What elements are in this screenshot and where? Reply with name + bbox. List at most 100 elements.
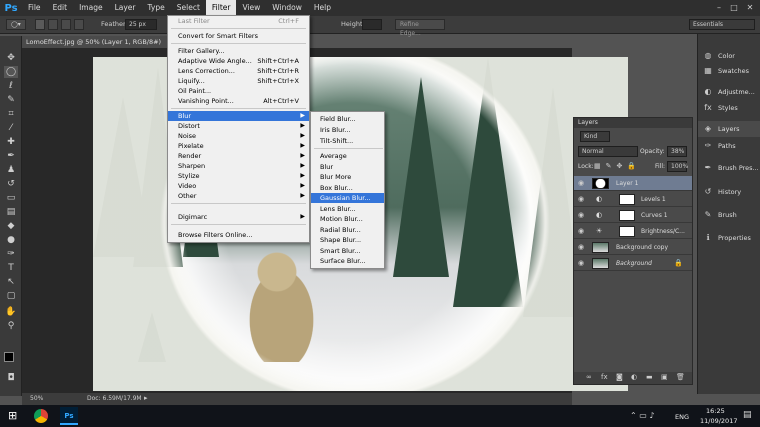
menu-file[interactable]: File [22, 0, 47, 16]
clock-time[interactable]: 16:25 [706, 407, 725, 415]
blur-item-box-blur[interactable]: Box Blur... [311, 183, 384, 193]
menu-item-other[interactable]: Other ▶ [168, 191, 309, 201]
status-arrow-icon[interactable]: ▸ [144, 394, 148, 402]
layer-filter-kind-select[interactable]: Kind [580, 131, 610, 142]
menu-item-browse-filters-online[interactable]: Browse Filters Online... [168, 230, 309, 240]
add-selection-icon[interactable] [48, 19, 58, 30]
blur-item-motion-blur[interactable]: Motion Blur... [311, 214, 384, 224]
zoom-tool-icon[interactable]: ⚲ [4, 320, 18, 332]
visibility-eye-icon[interactable]: ◉ [578, 227, 586, 235]
layers-panel-tab[interactable]: Layers [574, 118, 692, 128]
healing-tool-icon[interactable]: ✚ [4, 136, 18, 148]
quick-select-tool-icon[interactable]: ✎ [4, 94, 18, 106]
intersect-selection-icon[interactable] [74, 19, 84, 30]
foreground-color-swatch[interactable] [4, 352, 14, 362]
blur-item-surface-blur[interactable]: Surface Blur... [311, 256, 384, 266]
dock-brush-presets[interactable]: ✒ Brush Pres... [698, 160, 760, 176]
menu-item-last-filter[interactable]: Last Filter Ctrl+F [168, 16, 309, 26]
lasso-tool-icon[interactable]: ℓ [4, 80, 18, 92]
menu-view[interactable]: View [236, 0, 266, 16]
menu-item-render[interactable]: Render ▶ [168, 151, 309, 161]
refine-edge-button[interactable]: Refine Edge... [395, 19, 445, 37]
marquee-tool-icon[interactable]: ◯ [4, 66, 18, 78]
dock-properties[interactable]: ℹ Properties [698, 230, 760, 246]
marquee-tool-preset-icon[interactable]: ◯▾ [6, 19, 26, 30]
eyedropper-tool-icon[interactable]: ⁄ [4, 122, 18, 134]
blend-mode-select[interactable]: Normal [578, 146, 638, 157]
height-input[interactable] [362, 19, 382, 30]
layer-row[interactable]: ◉ ◐ Levels 1 [574, 192, 692, 207]
path-select-tool-icon[interactable]: ↖ [4, 276, 18, 288]
menu-help[interactable]: Help [308, 0, 337, 16]
dock-brush[interactable]: ✎ Brush [698, 207, 760, 223]
adjustment-layer-icon[interactable]: ◐ [631, 373, 637, 381]
new-group-icon[interactable]: ▬ [646, 373, 653, 381]
link-layers-icon[interactable]: ∞ [586, 373, 592, 381]
menu-item-digimarc[interactable]: Digimarc ▶ [168, 212, 309, 222]
lock-icons[interactable]: ▦✎✥🔒 [594, 162, 641, 170]
menu-filter[interactable]: Filter [205, 0, 237, 16]
type-tool-icon[interactable]: T [4, 262, 18, 274]
menu-item-video[interactable]: Video ▶ [168, 181, 309, 191]
blur-item-shape-blur[interactable]: Shape Blur... [311, 235, 384, 245]
language-indicator[interactable]: ENG [675, 413, 689, 421]
maximize-icon[interactable]: □ [727, 2, 741, 13]
menu-item-pixelate[interactable]: Pixelate ▶ [168, 141, 309, 151]
opacity-input[interactable]: 38% [667, 146, 687, 157]
clock-date[interactable]: 11/09/2017 [700, 417, 737, 425]
menu-item-adaptive-wide-angle[interactable]: Adaptive Wide Angle... Shift+Ctrl+A [168, 56, 309, 66]
blur-item-field-blur[interactable]: Field Blur... [311, 114, 384, 124]
layer-row[interactable]: ◉ ☀ Brightness/C... [574, 224, 692, 239]
dock-history[interactable]: ↺ History [698, 184, 760, 200]
menu-item-oil-paint[interactable]: Oil Paint... [168, 86, 309, 96]
dock-styles[interactable]: fx Styles [698, 100, 760, 116]
visibility-eye-icon[interactable]: ◉ [578, 179, 586, 187]
layer-row[interactable]: ◉ ◐ Curves 1 [574, 208, 692, 223]
blur-item-average[interactable]: Average [311, 151, 384, 161]
delete-layer-icon[interactable]: 🗑 [676, 373, 685, 381]
blur-item-blur-more[interactable]: Blur More [311, 172, 384, 182]
tray-icons[interactable]: ⌃ ▭ ♪ [630, 411, 654, 420]
menu-item-noise[interactable]: Noise ▶ [168, 131, 309, 141]
menu-item-distort[interactable]: Distort ▶ [168, 121, 309, 131]
menu-layer[interactable]: Layer [109, 0, 142, 16]
menu-item-stylize[interactable]: Stylize ▶ [168, 171, 309, 181]
add-mask-icon[interactable]: ◙ [616, 373, 623, 381]
move-tool-icon[interactable]: ✥ [4, 52, 18, 64]
menu-item-vanishing-point[interactable]: Vanishing Point... Alt+Ctrl+V [168, 96, 309, 106]
pen-tool-icon[interactable]: ✑ [4, 248, 18, 260]
menu-item-filter-gallery[interactable]: Filter Gallery... [168, 46, 309, 56]
dock-layers[interactable]: ◈ Layers [698, 121, 760, 137]
visibility-eye-icon[interactable]: ◉ [578, 243, 586, 251]
new-layer-icon[interactable]: ▣ [661, 373, 668, 381]
menu-item-blur[interactable]: Blur ▶ [168, 111, 309, 121]
chrome-icon[interactable] [34, 409, 48, 423]
layer-row[interactable]: ◉ Layer 1 [574, 176, 692, 191]
layer-row[interactable]: ◉ Background copy [574, 240, 692, 255]
stamp-tool-icon[interactable]: ♟ [4, 164, 18, 176]
fx-icon[interactable]: fx [601, 373, 608, 381]
photoshop-taskbar-icon[interactable]: Ps [60, 407, 78, 425]
dock-color[interactable]: ◍ Color [698, 48, 760, 64]
notifications-icon[interactable]: ▤ [743, 410, 752, 420]
close-icon[interactable]: ✕ [743, 2, 757, 13]
menu-item-liquify[interactable]: Liquify... Shift+Ctrl+X [168, 76, 309, 86]
blur-item-gaussian-blur[interactable]: Gaussian Blur... [311, 193, 384, 203]
dock-paths[interactable]: ✑ Paths [698, 138, 760, 154]
windows-start-icon[interactable]: ⊞ [8, 409, 17, 422]
shape-tool-icon[interactable]: ▢ [4, 290, 18, 302]
new-selection-icon[interactable] [35, 19, 45, 30]
dock-adjustments[interactable]: ◐ Adjustme... [698, 84, 760, 100]
feather-input[interactable]: 25 px [125, 19, 157, 30]
blur-item-smart-blur[interactable]: Smart Blur... [311, 246, 384, 256]
brush-tool-icon[interactable]: ✒ [4, 150, 18, 162]
layer-row[interactable]: ◉ Background 🔒 [574, 256, 692, 271]
blur-item-radial-blur[interactable]: Radial Blur... [311, 225, 384, 235]
blur-item-tilt-shift[interactable]: Tilt-Shift... [311, 136, 384, 146]
eraser-tool-icon[interactable]: ▭ [4, 192, 18, 204]
visibility-eye-icon[interactable]: ◉ [578, 211, 586, 219]
zoom-level[interactable]: 50% [30, 395, 43, 402]
workspace-select[interactable]: Essentials [689, 19, 755, 30]
menu-edit[interactable]: Edit [47, 0, 74, 16]
subtract-selection-icon[interactable] [61, 19, 71, 30]
